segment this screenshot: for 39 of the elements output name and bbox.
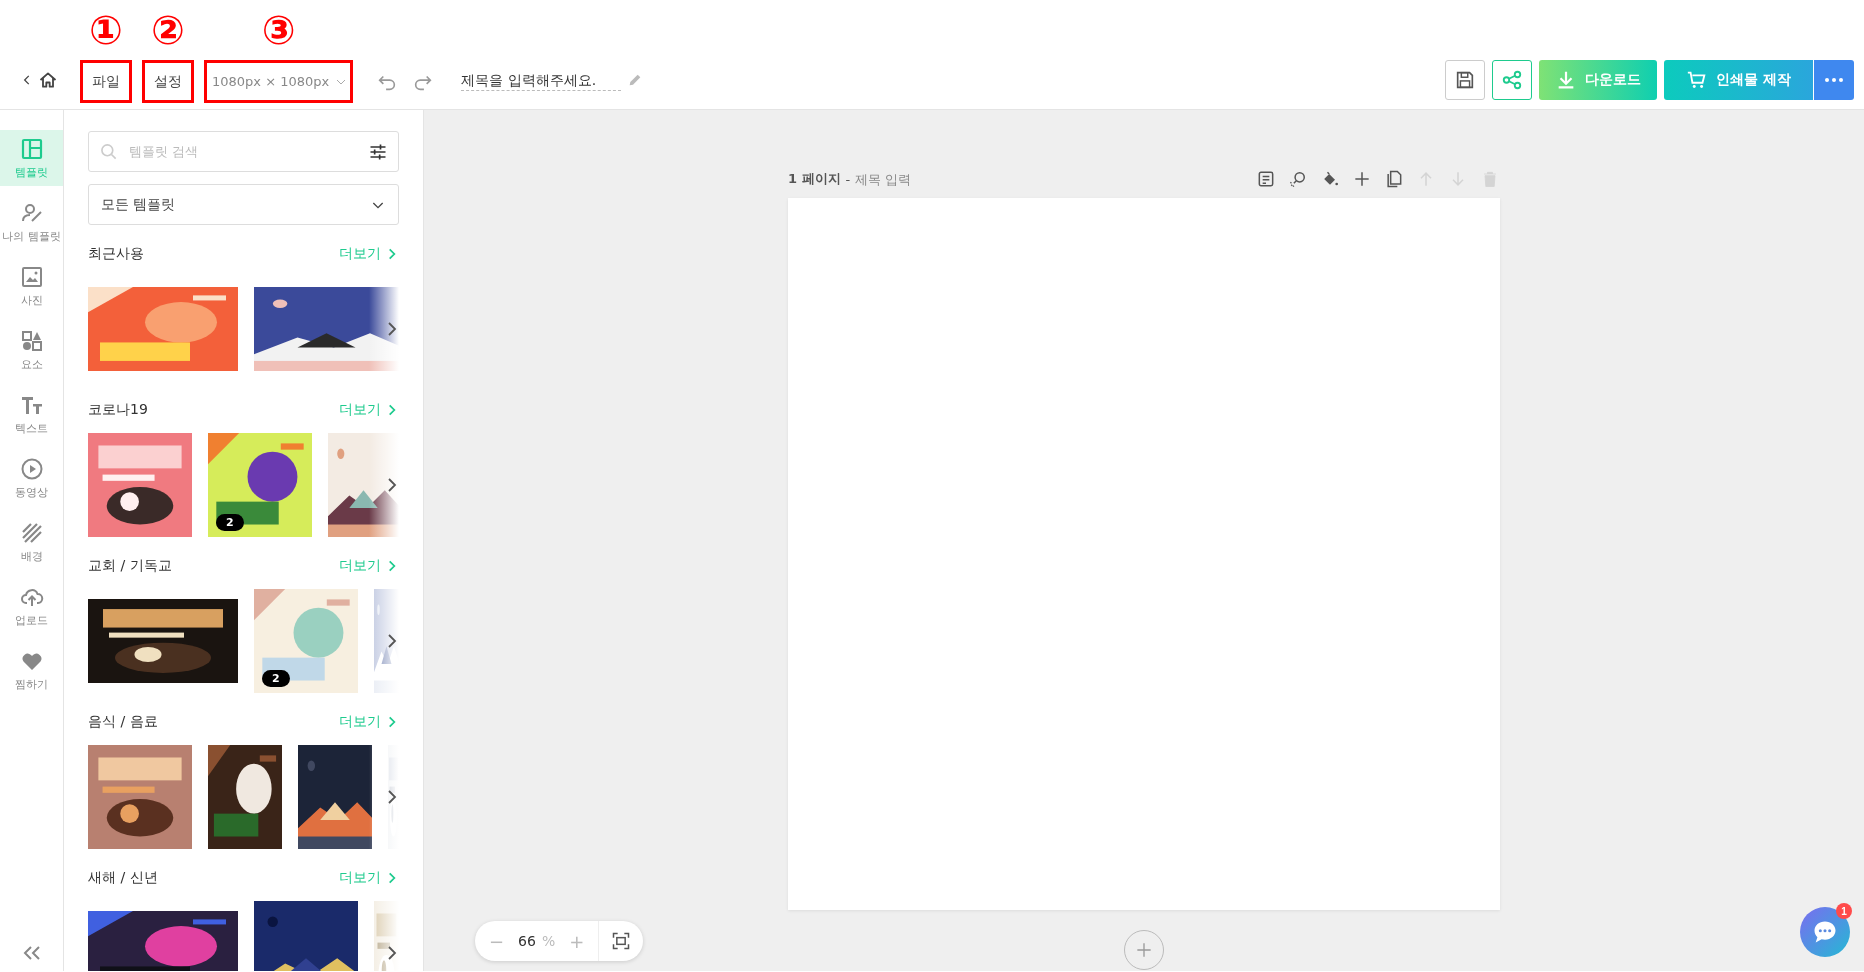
template-filter-dropdown[interactable]: 모든 템플릿 xyxy=(88,184,399,225)
zoom-out-button[interactable]: − xyxy=(489,930,505,952)
annotation-number: ① xyxy=(89,10,123,50)
section-title: 교회 / 기독교 xyxy=(88,557,172,575)
zoom-unit: % xyxy=(541,933,556,949)
sidebar-item[interactable]: 요소 xyxy=(0,322,63,378)
sidebar-item[interactable]: 사진 xyxy=(0,258,63,314)
page-number: 1 페이지 xyxy=(788,170,841,188)
sidebar-item[interactable]: 텍스트 xyxy=(0,386,63,442)
sidebar-item[interactable]: 나의 템플릿 xyxy=(0,194,63,250)
sidebar-item[interactable]: 배경 xyxy=(0,514,63,570)
menu-button[interactable]: 설정 xyxy=(142,60,194,103)
more-link[interactable]: 더보기 xyxy=(339,401,399,419)
title-field[interactable]: 제목을 입력해주세요. xyxy=(461,69,622,91)
section-title: 코로나19 xyxy=(88,401,148,419)
notification-badge: 1 xyxy=(1836,903,1852,919)
more-link[interactable]: 더보기 xyxy=(339,245,399,263)
section-title: 새해 / 신년 xyxy=(88,869,158,887)
section-title: 최근사용 xyxy=(88,245,144,263)
sidebar-item[interactable]: 업로드 xyxy=(0,578,63,634)
sidebar-item[interactable]: 동영상 xyxy=(0,450,63,506)
more-link[interactable]: 더보기 xyxy=(339,557,399,575)
annotation-number: ② xyxy=(151,10,185,50)
menu-button[interactable]: 파일 xyxy=(80,60,132,103)
sidebar-item[interactable]: 템플릿 xyxy=(0,130,63,186)
print-order-button[interactable]: 인쇄물 제작 xyxy=(1664,60,1813,100)
zoom-in-button[interactable]: + xyxy=(569,930,585,952)
more-link[interactable]: 더보기 xyxy=(339,869,399,887)
annotation-number: ③ xyxy=(261,10,296,50)
separator: - xyxy=(845,171,851,187)
zoom-value: 66 xyxy=(518,933,536,949)
page-count-badge: 2 xyxy=(216,514,244,531)
sidebar-item[interactable]: 찜하기 xyxy=(0,642,63,698)
page-count-badge: 2 xyxy=(262,670,290,687)
canvas-size-dropdown[interactable]: 1080px × 1080px xyxy=(204,60,354,103)
search-field[interactable]: 템플릿 검색 xyxy=(88,131,399,172)
section-title: 음식 / 음료 xyxy=(88,713,158,731)
more-link[interactable]: 더보기 xyxy=(339,713,399,731)
page-title-field[interactable]: 제목 입력 xyxy=(855,171,928,187)
